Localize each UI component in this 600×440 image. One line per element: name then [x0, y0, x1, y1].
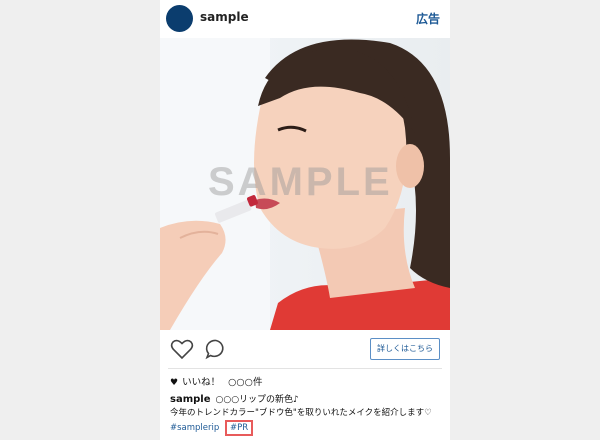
post-actions: 詳しくはこちら: [160, 330, 450, 368]
divider: [168, 368, 442, 369]
post-photo[interactable]: SAMPLE: [160, 38, 450, 330]
post-username[interactable]: sample: [200, 10, 249, 24]
caption: sample ○○○リップの新色♪: [170, 392, 299, 405]
heart-icon[interactable]: [170, 338, 194, 360]
likes-label[interactable]: いいね！: [182, 377, 220, 388]
ad-label: 広告: [415, 12, 440, 26]
ad-post-card: sample 広告 SAMPLE 詳しくはこちら ♥ いいね！ ○○○件 sam…: [160, 0, 450, 440]
sample-watermark: SAMPLE: [208, 160, 393, 204]
hashtag-pr-highlighted[interactable]: #PR: [224, 420, 254, 436]
hashtags: #samplerip #PR: [170, 420, 254, 436]
caption-text-line2: 今年のトレンドカラー"ブドウ色"を取りいれたメイクを紹介します♡: [170, 408, 432, 418]
learn-more-button[interactable]: 詳しくはこちら: [370, 338, 440, 360]
comment-icon[interactable]: [204, 338, 228, 360]
post-header: sample 広告: [160, 0, 450, 38]
hashtag-samplerip[interactable]: #samplerip: [170, 423, 219, 433]
likes-row: ♥ いいね！ ○○○件: [170, 374, 262, 388]
likes-count: ○○○件: [228, 377, 263, 388]
avatar[interactable]: [166, 5, 193, 32]
caption-account[interactable]: sample: [170, 394, 211, 405]
filled-heart-icon: ♥: [170, 378, 179, 388]
caption-text-line1: ○○○リップの新色♪: [215, 395, 299, 405]
